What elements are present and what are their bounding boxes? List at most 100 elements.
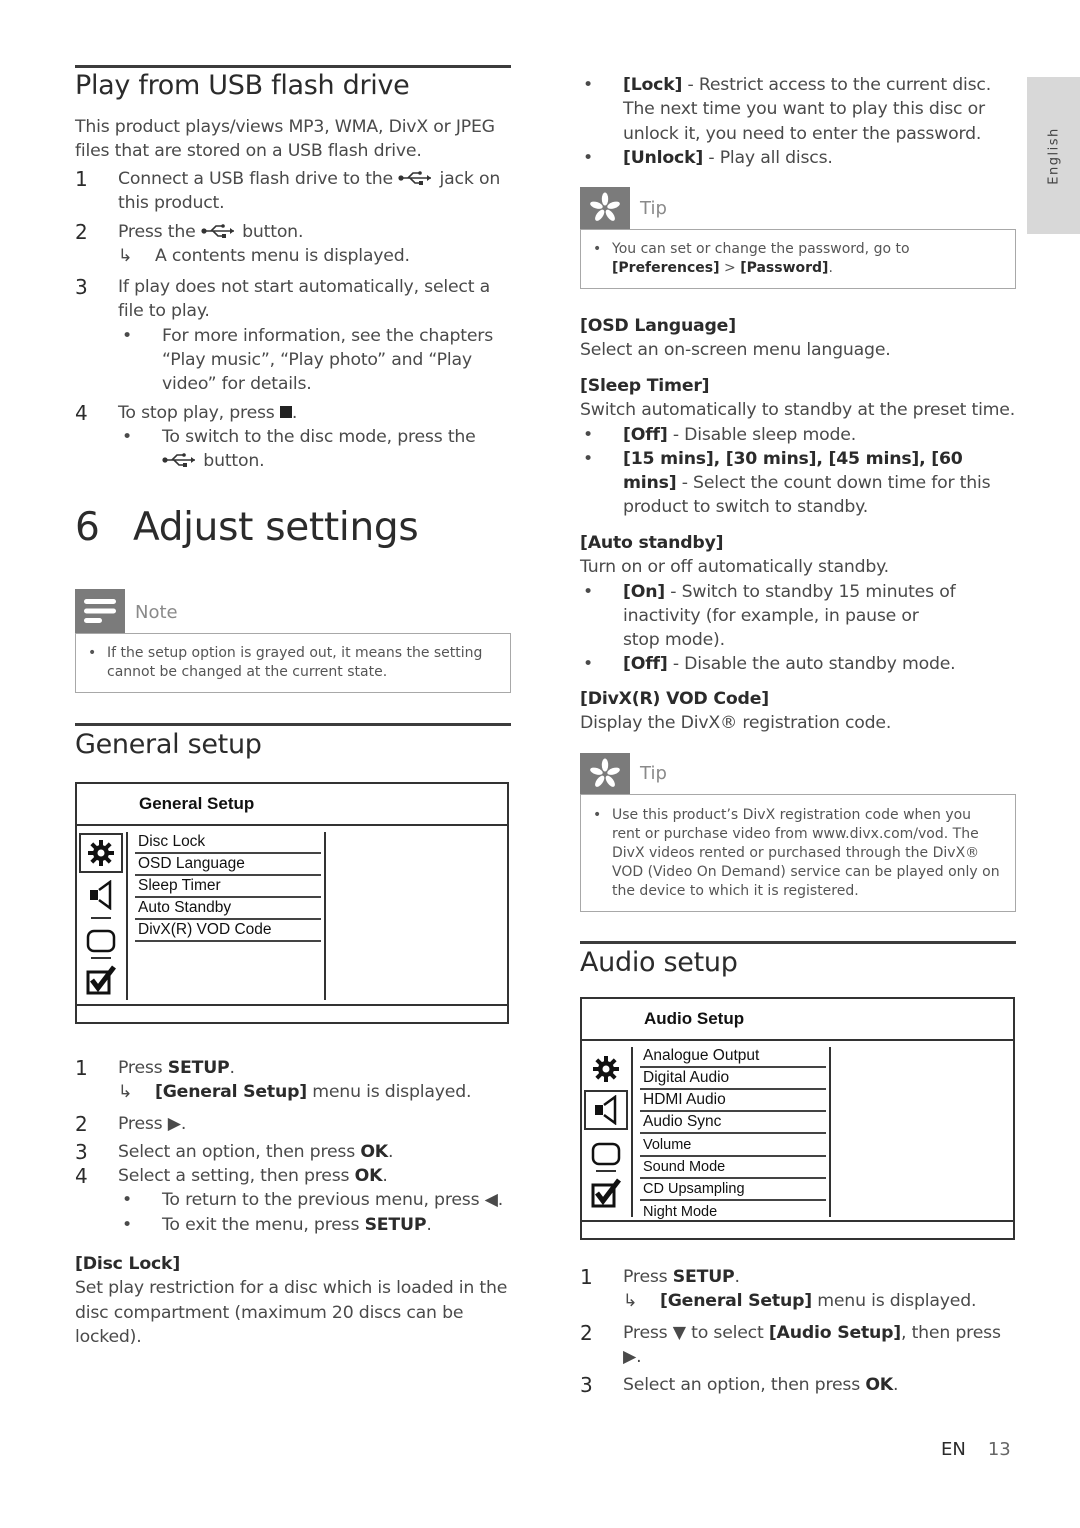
usb-step-4: 4 To stop play, press .: [75, 401, 511, 425]
sleep-timer-heading: [Sleep Timer]: [580, 376, 710, 396]
menu-item-sound-mode[interactable]: Sound Mode: [640, 1157, 826, 1179]
tip-text: Use this product’s DivX registration cod…: [612, 807, 1000, 899]
tip-title: Tip: [640, 198, 667, 219]
step-text: Press the: [118, 221, 196, 242]
tip-body: • Use this product’s DivX registration c…: [580, 794, 1016, 912]
menu-item-analogue-output[interactable]: Analogue Output: [640, 1046, 826, 1068]
menu-item-disc-lock[interactable]: Disc Lock: [135, 832, 321, 854]
step-text: Select a setting, then press: [118, 1166, 355, 1187]
chapter-heading: 6 Adjust settings: [75, 505, 419, 550]
audio-step-1: 1 Press SETUP.: [580, 1265, 1020, 1289]
bullet-icon: •: [583, 654, 593, 675]
key-label: OK: [865, 1375, 893, 1396]
step-text: Select an option, then press: [623, 1375, 866, 1396]
step-number: 2: [75, 219, 88, 244]
result-text: menu is displayed.: [811, 1291, 977, 1312]
menu-item-sleep-timer[interactable]: Sleep Timer: [135, 876, 321, 898]
disc-lock-heading: [Disc Lock]: [75, 1254, 181, 1274]
menu-footer: [582, 1220, 1013, 1238]
general-step-4-bullet: • To exit the menu, press SETUP.: [75, 1213, 515, 1237]
step-text: .: [893, 1375, 899, 1396]
tip-header: Tip: [580, 753, 1016, 794]
result-text: A contents menu is displayed.: [155, 245, 410, 266]
bullet-icon: •: [122, 1214, 132, 1235]
general-step-4-bullet: • To return to the previous menu, press …: [75, 1188, 515, 1212]
menu-item-night-mode[interactable]: Night Mode: [640, 1202, 826, 1222]
page-number: 13: [987, 1439, 1011, 1460]
menu-divider: [126, 832, 128, 1000]
menu-item-cd-upsampling[interactable]: CD Upsampling: [640, 1179, 826, 1201]
step-number: 1: [75, 1056, 88, 1080]
checkbox-icon[interactable]: [79, 960, 123, 1000]
tip-box: Tip • Use this product’s DivX registrati…: [580, 753, 1016, 912]
option-label: [Off]: [623, 424, 668, 445]
bullet-icon: •: [593, 807, 602, 823]
menu-item-audio-sync[interactable]: Audio Sync: [640, 1112, 826, 1134]
note-body: • If the setup option is grayed out, it …: [75, 633, 511, 693]
menu-item-osd-language[interactable]: OSD Language: [135, 854, 321, 876]
display-icon[interactable]: [584, 1134, 628, 1174]
tip-icon: [580, 753, 630, 794]
general-setup-title: General setup: [75, 729, 262, 760]
general-step-1: 1 Press SETUP.: [75, 1056, 515, 1080]
step-text: To stop play, press: [118, 402, 275, 423]
option-label: [Lock]: [623, 75, 683, 95]
speaker-icon[interactable]: [79, 875, 123, 915]
step-number: 4: [75, 1164, 88, 1189]
menu-item-divx-vod-code[interactable]: DivX(R) VOD Code: [135, 920, 321, 942]
osd-language-text: Select an on-screen menu language.: [580, 340, 891, 361]
gear-icon[interactable]: [79, 833, 123, 873]
audio-setup-title: Audio setup: [580, 947, 738, 978]
audio-setup-steps: 1 Press SETUP. ↳ [General Setup] menu is…: [580, 1265, 1020, 1397]
speaker-icon[interactable]: [584, 1090, 628, 1130]
step-text: button.: [242, 221, 304, 242]
audio-step-1-result: ↳ [General Setup] menu is displayed.: [580, 1289, 1020, 1313]
auto-standby-heading: [Auto standby]: [580, 533, 724, 553]
option-off: • [Off] - Disable sleep mode.: [580, 423, 1020, 447]
disc-lock-section: [Disc Lock] Set play restriction for a d…: [75, 1252, 511, 1349]
step-number: 2: [75, 1111, 88, 1136]
result-arrow-icon: ↳: [118, 245, 133, 266]
step-number: 3: [75, 275, 88, 300]
key-label: OK: [360, 1141, 388, 1162]
result-text: menu is displayed.: [306, 1082, 472, 1103]
bullet-text: To exit the menu, press: [162, 1214, 365, 1235]
general-setup-steps: 1 Press SETUP. ↳ [General Setup] menu is…: [75, 1056, 515, 1237]
step-text: .: [229, 1058, 236, 1078]
usb-step-2: 2 Press the button.: [75, 220, 511, 244]
note-icon: [75, 589, 125, 633]
bullet-icon: •: [593, 241, 602, 257]
language-tab-label: English: [1046, 126, 1061, 185]
audio-setup-menu: Audio Setup Analogue Output Digital Audi…: [580, 997, 1015, 1240]
menu-item-auto-standby[interactable]: Auto Standby: [135, 898, 321, 920]
note-header: Note: [75, 589, 511, 633]
menu-item-volume[interactable]: Volume: [640, 1135, 826, 1157]
menu-path: [Preferences]: [612, 260, 720, 276]
section-rule: [75, 723, 511, 726]
usb-steps: 1 Connect a USB flash drive to the jack …: [75, 167, 511, 474]
display-icon[interactable]: [79, 921, 123, 961]
step-text: Press ▼ to select: [623, 1322, 769, 1343]
checkbox-icon[interactable]: [584, 1173, 628, 1213]
osd-language-section: [OSD Language] Select an on-screen menu …: [580, 314, 1016, 363]
option-label: [Unlock]: [623, 147, 704, 168]
bullet-text: To switch to the disc mode, press the: [162, 426, 476, 447]
footer-language: EN: [941, 1439, 966, 1460]
gear-icon[interactable]: [584, 1049, 628, 1089]
step-text: Select an option, then press: [118, 1141, 361, 1162]
menu-name: [General Setup]: [660, 1291, 812, 1312]
audio-step-2: 2 Press ▼ to select [Audio Setup], then …: [580, 1321, 1020, 1370]
key-label: OK: [354, 1166, 383, 1187]
menu-item-hdmi-audio[interactable]: HDMI Audio: [640, 1090, 826, 1112]
usb-step-3-bullet: • For more information, see the chapters…: [75, 324, 511, 397]
tip-text-part: >: [719, 260, 741, 276]
tip-text-part: .: [828, 260, 833, 276]
menu-item-digital-audio[interactable]: Digital Audio: [640, 1068, 826, 1090]
result-arrow-icon: ↳: [623, 1291, 638, 1312]
icon-separator: [91, 957, 111, 959]
bullet-icon: •: [583, 581, 593, 602]
result-arrow-icon: ↳: [118, 1082, 133, 1103]
option-label: [On]: [623, 581, 665, 602]
step-number: 3: [580, 1373, 593, 1398]
bullet-icon: •: [583, 147, 593, 168]
